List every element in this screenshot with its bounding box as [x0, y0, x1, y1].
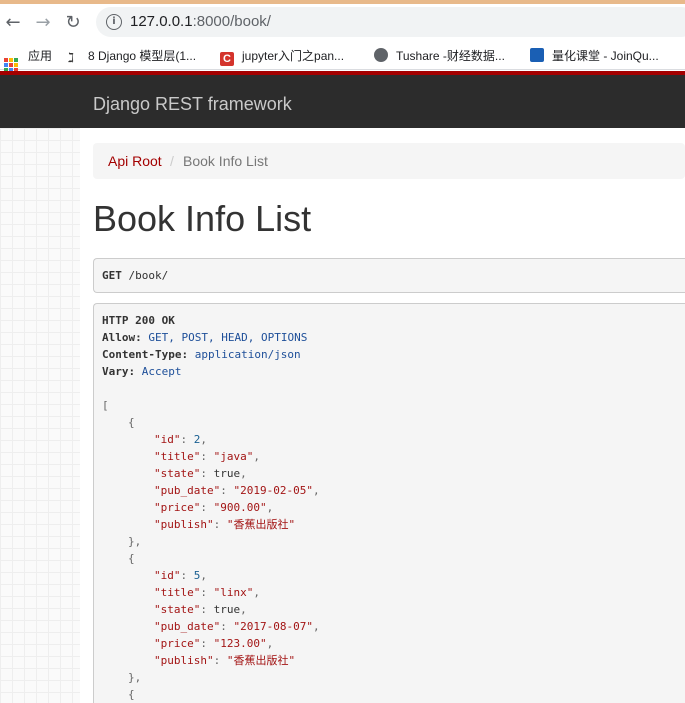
- json-field-pub-date: "pub_date": "2019-02-05",: [154, 484, 320, 497]
- bookmark-tushare[interactable]: Tushare -财经数据...: [374, 47, 505, 64]
- brand-link[interactable]: Django REST framework: [93, 94, 292, 115]
- browser-toolbar: ← → ↻ i 127.0.0.1:8000/book/: [0, 4, 685, 40]
- address-bar[interactable]: i 127.0.0.1:8000/book/: [96, 7, 685, 37]
- json-field-price: "price": "123.00",: [154, 637, 274, 650]
- json-field-title: "title": "java",: [154, 450, 260, 463]
- info-icon[interactable]: i: [106, 14, 122, 30]
- csdn-favicon-icon: C: [220, 52, 234, 66]
- header-name: Content-Type:: [102, 348, 189, 361]
- response-info: HTTP 200 OK Allow: GET, POST, HEAD, OPTI…: [93, 303, 685, 703]
- bookmark-favicon-icon: ℷ: [68, 51, 75, 66]
- json-object-close: },: [128, 535, 142, 548]
- forward-arrow-icon[interactable]: →: [32, 12, 54, 34]
- json-object-close: },: [128, 671, 142, 684]
- header-value: Accept: [141, 365, 182, 378]
- apps-grid-icon: [4, 58, 18, 72]
- json-field-publish: "publish": "香蕉出版社": [154, 654, 296, 667]
- joinquant-favicon-icon: [530, 48, 544, 62]
- request-method: GET: [102, 269, 122, 282]
- reload-icon[interactable]: ↻: [62, 12, 84, 34]
- top-navbar: Django REST framework: [0, 71, 685, 128]
- page-title: Book Info List: [93, 198, 312, 239]
- bookmark-joinquant[interactable]: 量化课堂 - JoinQu...: [530, 47, 659, 64]
- json-field-id: "id": 2,: [154, 433, 207, 446]
- breadcrumb-api-root[interactable]: Api Root: [108, 153, 162, 169]
- bookmarks-bar: 应用 ℷ8 Django 模型层(1... Cjupyter入门之pan... …: [0, 40, 685, 72]
- json-field-pub-date: "pub_date": "2017-08-07",: [154, 620, 320, 633]
- header-name: Vary:: [102, 365, 136, 378]
- breadcrumb-separator: /: [170, 153, 174, 169]
- header-value: GET, POST, HEAD, OPTIONS: [148, 331, 308, 344]
- json-field-publish: "publish": "香蕉出版社": [154, 518, 296, 531]
- header-name: Allow:: [102, 331, 142, 344]
- breadcrumb-current: Book Info List: [183, 153, 268, 169]
- breadcrumb: Api Root / Book Info List: [93, 143, 685, 179]
- bookmark-django[interactable]: ℷ8 Django 模型层(1...: [68, 47, 196, 66]
- back-arrow-icon[interactable]: ←: [2, 12, 24, 34]
- response-status: HTTP 200 OK: [102, 314, 175, 327]
- json-field-state: "state": true,: [154, 603, 247, 616]
- json-open-bracket: [: [102, 399, 109, 412]
- json-field-state: "state": true,: [154, 467, 247, 480]
- request-info: GET /book/: [93, 258, 685, 293]
- header-value: application/json: [194, 348, 301, 361]
- bookmark-jupyter[interactable]: Cjupyter入门之pan...: [220, 47, 344, 66]
- bookmark-apps[interactable]: 应用: [4, 47, 52, 72]
- url-text[interactable]: 127.0.0.1:8000/book/: [130, 13, 271, 30]
- globe-icon: [374, 48, 388, 62]
- json-object-open: {: [128, 552, 135, 565]
- json-field-title: "title": "linx",: [154, 586, 260, 599]
- json-field-id: "id": 5,: [154, 569, 207, 582]
- request-path: /book/: [128, 269, 169, 282]
- json-field-price: "price": "900.00",: [154, 501, 274, 514]
- json-object-open: {: [128, 416, 135, 429]
- json-object-open: {: [128, 688, 135, 701]
